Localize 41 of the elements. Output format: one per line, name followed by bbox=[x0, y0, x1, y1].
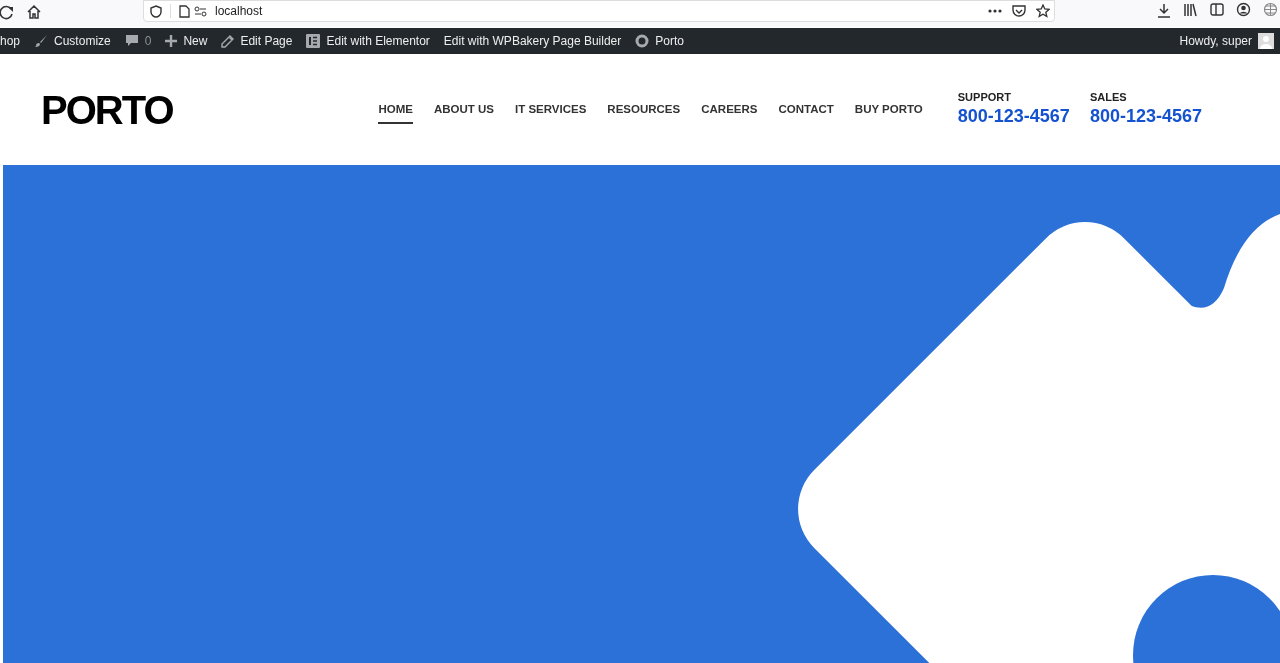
sidebar-icon[interactable] bbox=[1210, 3, 1224, 16]
admin-bar-item[interactable]: Edit Page bbox=[214, 28, 300, 54]
globe-icon[interactable] bbox=[1263, 2, 1278, 17]
phone-link[interactable]: 800-123-4567 bbox=[957, 105, 1070, 128]
phone-link[interactable]: 800-123-4567 bbox=[1089, 105, 1202, 128]
contact-label: SUPPORT bbox=[957, 91, 1012, 106]
elementor-icon bbox=[306, 34, 321, 48]
library-icon[interactable] bbox=[1183, 3, 1197, 17]
greeting-text[interactable]: Howdy, super bbox=[1179, 32, 1252, 50]
nav-link[interactable]: ABOUT US bbox=[433, 100, 494, 125]
page-icon bbox=[179, 4, 190, 18]
nav-link[interactable]: IT SERVICES bbox=[515, 100, 587, 125]
comment-icon bbox=[124, 34, 139, 48]
nav-link[interactable]: CAREERS bbox=[701, 100, 758, 125]
nav-link[interactable]: BUY PORTO bbox=[854, 100, 923, 125]
nav-link[interactable]: CONTACT bbox=[778, 100, 834, 125]
account-icon[interactable] bbox=[1236, 2, 1251, 17]
admin-bar-item[interactable]: Porto bbox=[628, 28, 691, 54]
star-icon[interactable] bbox=[1036, 4, 1050, 18]
reload-icon[interactable] bbox=[0, 4, 14, 20]
admin-bar-item[interactable]: 0 bbox=[117, 28, 159, 54]
logo[interactable]: PORTO bbox=[41, 89, 173, 130]
download-icon[interactable] bbox=[1157, 3, 1171, 18]
more-icon[interactable] bbox=[988, 9, 1002, 13]
ring-icon bbox=[635, 34, 650, 48]
contact-label: SALES bbox=[1089, 91, 1128, 106]
admin-bar-item[interactable]: New bbox=[158, 28, 215, 54]
home-icon[interactable] bbox=[26, 4, 42, 20]
url-text[interactable]: localhost bbox=[215, 2, 263, 20]
plus-icon bbox=[165, 35, 178, 47]
shield-icon bbox=[150, 4, 162, 18]
nav-link[interactable]: HOME bbox=[378, 100, 413, 125]
pocket-icon[interactable] bbox=[1012, 4, 1026, 18]
permissions-icon[interactable] bbox=[194, 5, 207, 17]
address-bar[interactable]: localhost bbox=[143, 0, 1055, 22]
pencil-icon bbox=[221, 34, 235, 48]
admin-bar-item[interactable]: Customize bbox=[27, 28, 118, 54]
admin-bar-item[interactable]: Edit with Elementor bbox=[299, 28, 437, 54]
admin-bar-item[interactable]: hop bbox=[0, 28, 28, 54]
nav-link[interactable]: RESOURCES bbox=[607, 100, 681, 125]
admin-bar-item[interactable]: Edit with WPBakery Page Builder bbox=[436, 28, 629, 54]
